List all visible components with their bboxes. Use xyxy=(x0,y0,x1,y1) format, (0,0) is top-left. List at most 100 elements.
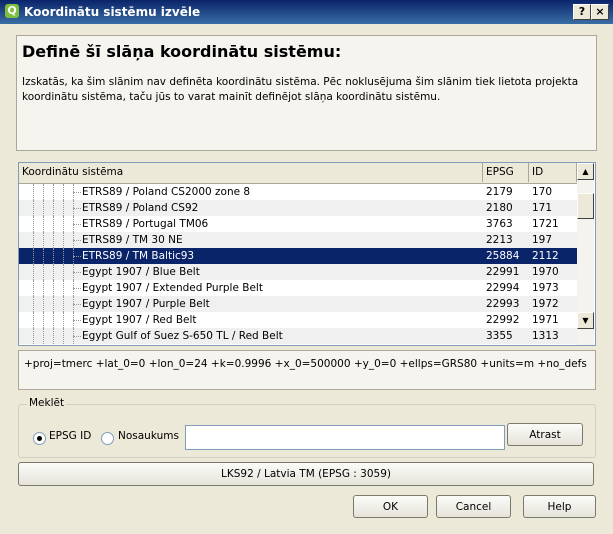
epsg-id-label[interactable]: EPSG ID xyxy=(49,430,91,442)
close-button[interactable]: × xyxy=(591,4,609,20)
tree-guide xyxy=(43,184,44,200)
tree-guide xyxy=(33,200,34,216)
crs-name-cell: ETRS89 / Portugal TM06 xyxy=(82,218,209,230)
tree-guide xyxy=(73,256,81,257)
epsg-cell: 2179 xyxy=(486,186,513,198)
id-cell: 2112 xyxy=(532,250,559,262)
epsg-id-radio[interactable] xyxy=(33,432,46,445)
tree-guide xyxy=(43,328,44,344)
header-panel: Definē šī slāņa koordinātu sistēmu: Izsk… xyxy=(16,35,597,151)
tree-guide xyxy=(43,200,44,216)
tree-guide xyxy=(53,312,54,328)
table-row[interactable]: ETRS89 / Poland CS2000 zone 8 2179 170 xyxy=(19,184,577,200)
search-group: Meklēt EPSG ID Nosaukums Atrast xyxy=(18,397,596,458)
tree-guide xyxy=(53,184,54,200)
table-row[interactable]: Egypt 1907 / Purple Belt 22993 1972 xyxy=(19,296,577,312)
window-title: Koordinātu sistēmu izvēle xyxy=(24,5,201,19)
tree-guide xyxy=(33,328,34,344)
help-button[interactable]: Help xyxy=(523,495,596,518)
epsg-cell: 22994 xyxy=(486,282,520,294)
epsg-cell: 22991 xyxy=(486,266,520,278)
proj-string: +proj=tmerc +lat_0=0 +lon_0=24 +k=0.9996… xyxy=(24,358,587,370)
table-row[interactable]: ETRS89 / Portugal TM06 3763 1721 xyxy=(19,216,577,232)
tree-guide xyxy=(33,296,34,312)
id-cell: 1970 xyxy=(532,266,559,278)
epsg-cell: 3355 xyxy=(486,330,513,342)
tree-guide xyxy=(53,264,54,280)
crs-name-cell: Egypt 1907 / Red Belt xyxy=(82,314,197,326)
help-title-button[interactable]: ? xyxy=(573,4,591,20)
epsg-cell: 22992 xyxy=(486,314,520,326)
crs-tree[interactable]: Koordinātu sistēma EPSG ID ETRS89 / Pola… xyxy=(18,162,596,346)
description-text: Izskatās, ka šim slānim nav definēta koo… xyxy=(22,76,579,103)
tree-guide xyxy=(73,192,81,193)
tree-guide xyxy=(53,296,54,312)
ok-button[interactable]: OK xyxy=(353,495,428,518)
search-input[interactable] xyxy=(185,425,505,450)
tree-guide xyxy=(73,288,81,289)
id-cell: 1971 xyxy=(532,314,559,326)
tree-guide xyxy=(73,320,81,321)
name-label[interactable]: Nosaukums xyxy=(118,430,179,442)
id-cell: 1972 xyxy=(532,298,559,310)
tree-guide xyxy=(63,248,64,264)
find-button[interactable]: Atrast xyxy=(507,423,583,446)
table-row[interactable]: ETRS89 / Poland CS92 2180 171 xyxy=(19,200,577,216)
vertical-scrollbar[interactable]: ▲ ▼ xyxy=(577,163,594,345)
tree-guide xyxy=(33,264,34,280)
column-header-crs[interactable]: Koordinātu sistēma xyxy=(19,163,483,182)
tree-guide xyxy=(53,232,54,248)
table-row[interactable]: Egypt 1907 / Blue Belt 22991 1970 xyxy=(19,264,577,280)
epsg-cell: 3763 xyxy=(486,218,513,230)
id-cell: 170 xyxy=(532,186,553,198)
tree-guide xyxy=(63,216,64,232)
id-cell: 1721 xyxy=(532,218,559,230)
tree-guide xyxy=(63,312,64,328)
crs-name-cell: Egypt 1907 / Blue Belt xyxy=(82,266,200,278)
table-row[interactable]: Egypt 1907 / Red Belt 22992 1971 xyxy=(19,312,577,328)
tree-guide xyxy=(53,200,54,216)
tree-guide xyxy=(63,328,64,344)
tree-guide xyxy=(63,200,64,216)
epsg-cell: 22993 xyxy=(486,298,520,310)
crs-name-cell: ETRS89 / TM Baltic93 xyxy=(82,250,195,262)
tree-guide xyxy=(53,216,54,232)
crs-name-cell: Egypt 1907 / Purple Belt xyxy=(82,298,210,310)
cancel-button[interactable]: Cancel xyxy=(436,495,511,518)
tree-guide xyxy=(73,208,81,209)
tree-guide xyxy=(73,272,81,273)
tree-guide xyxy=(53,280,54,296)
tree-guide xyxy=(33,184,34,200)
crs-name-cell: Egypt Gulf of Suez S-650 TL / Red Belt xyxy=(82,330,283,342)
name-radio[interactable] xyxy=(101,432,114,445)
tree-guide xyxy=(33,312,34,328)
tree-guide xyxy=(63,280,64,296)
tree-guide xyxy=(33,280,34,296)
scroll-thumb[interactable] xyxy=(577,193,594,219)
id-cell: 1313 xyxy=(532,330,559,342)
tree-guide xyxy=(63,232,64,248)
crs-name-cell: Egypt 1907 / Extended Purple Belt xyxy=(82,282,263,294)
tree-guide xyxy=(43,312,44,328)
table-row[interactable]: ETRS89 / TM 30 NE 2213 197 xyxy=(19,232,577,248)
crs-name-cell: ETRS89 / TM 30 NE xyxy=(82,234,183,246)
column-header-epsg[interactable]: EPSG xyxy=(483,163,529,182)
column-header-id[interactable]: ID xyxy=(529,163,577,182)
tree-guide xyxy=(63,264,64,280)
table-row[interactable]: Egypt Gulf of Suez S-650 TL / Red Belt 33… xyxy=(19,328,577,344)
crs-name-cell: ETRS89 / Poland CS92 xyxy=(82,202,199,214)
tree-guide xyxy=(33,232,34,248)
title-bar: Q Koordinātu sistēmu izvēle ? × xyxy=(0,0,613,24)
table-row[interactable]: ETRS89 / TM Baltic93 25884 2112 xyxy=(19,248,577,264)
scroll-up-button[interactable]: ▲ xyxy=(577,163,594,180)
tree-guide xyxy=(43,232,44,248)
tree-guide xyxy=(53,328,54,344)
selected-crs-bar: LKS92 / Latvia TM (EPSG : 3059) xyxy=(18,462,594,486)
id-cell: 171 xyxy=(532,202,553,214)
tree-guide xyxy=(63,296,64,312)
scroll-down-button[interactable]: ▼ xyxy=(577,312,594,329)
epsg-cell: 25884 xyxy=(486,250,520,262)
tree-guide xyxy=(53,248,54,264)
table-row[interactable]: Egypt 1907 / Extended Purple Belt 22994 19… xyxy=(19,280,577,296)
tree-guide xyxy=(43,264,44,280)
